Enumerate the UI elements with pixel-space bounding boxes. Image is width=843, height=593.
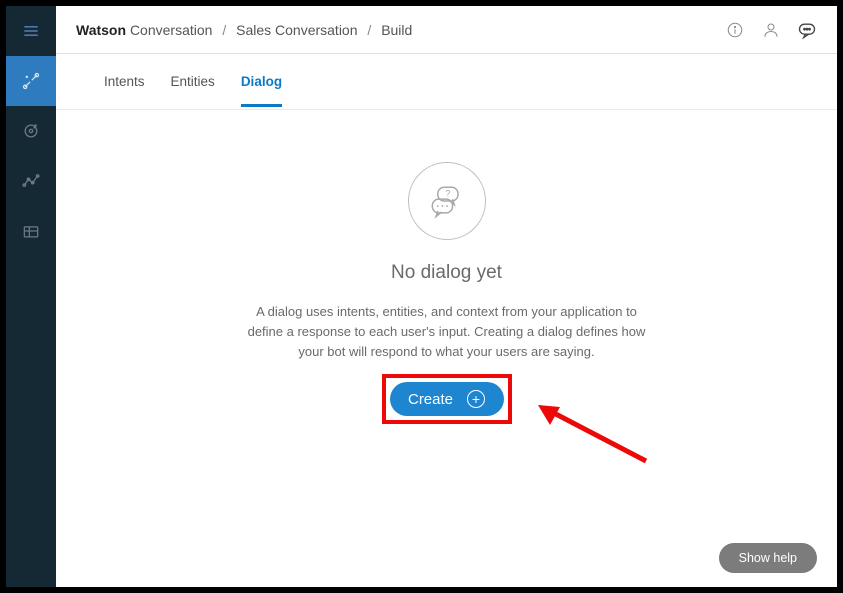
svg-text:?: ?	[445, 188, 450, 198]
create-button-wrapper: Create +	[390, 382, 504, 416]
breadcrumb-separator: /	[216, 22, 232, 38]
breadcrumb: Watson Conversation / Sales Conversation…	[76, 22, 412, 38]
tab-entities[interactable]: Entities	[171, 56, 215, 107]
create-button-label: Create	[408, 391, 453, 408]
menu-button[interactable]	[6, 6, 56, 56]
sidebar-item-build[interactable]	[6, 56, 56, 106]
app-window: Watson Conversation / Sales Conversation…	[6, 6, 837, 587]
sidebar-item-credentials[interactable]	[6, 206, 56, 256]
info-icon[interactable]	[725, 20, 745, 40]
create-button[interactable]: Create +	[390, 382, 504, 416]
tab-intents[interactable]: Intents	[104, 56, 145, 107]
empty-state-description: A dialog uses intents, entities, and con…	[247, 302, 647, 362]
sidebar	[6, 6, 56, 587]
breadcrumb-separator: /	[361, 22, 377, 38]
tabs: Intents Entities Dialog	[56, 54, 837, 110]
sidebar-item-metrics[interactable]	[6, 156, 56, 206]
user-icon[interactable]	[761, 20, 781, 40]
empty-state-illustration: ?	[408, 162, 486, 240]
sidebar-item-improve[interactable]	[6, 106, 56, 156]
tab-dialog[interactable]: Dialog	[241, 56, 282, 107]
plus-icon: +	[467, 390, 485, 408]
breadcrumb-product-bold: Watson	[76, 22, 126, 38]
header-actions	[725, 20, 817, 40]
empty-state-title: No dialog yet	[391, 262, 502, 284]
breadcrumb-section: Build	[381, 22, 412, 38]
header: Watson Conversation / Sales Conversation…	[56, 6, 837, 54]
breadcrumb-product-rest: Conversation	[130, 22, 213, 38]
main-content: ? No dialog yet A dialog uses intents, e…	[56, 110, 837, 587]
breadcrumb-workspace[interactable]: Sales Conversation	[236, 22, 357, 38]
show-help-button[interactable]: Show help	[719, 543, 817, 573]
chat-icon[interactable]	[797, 20, 817, 40]
